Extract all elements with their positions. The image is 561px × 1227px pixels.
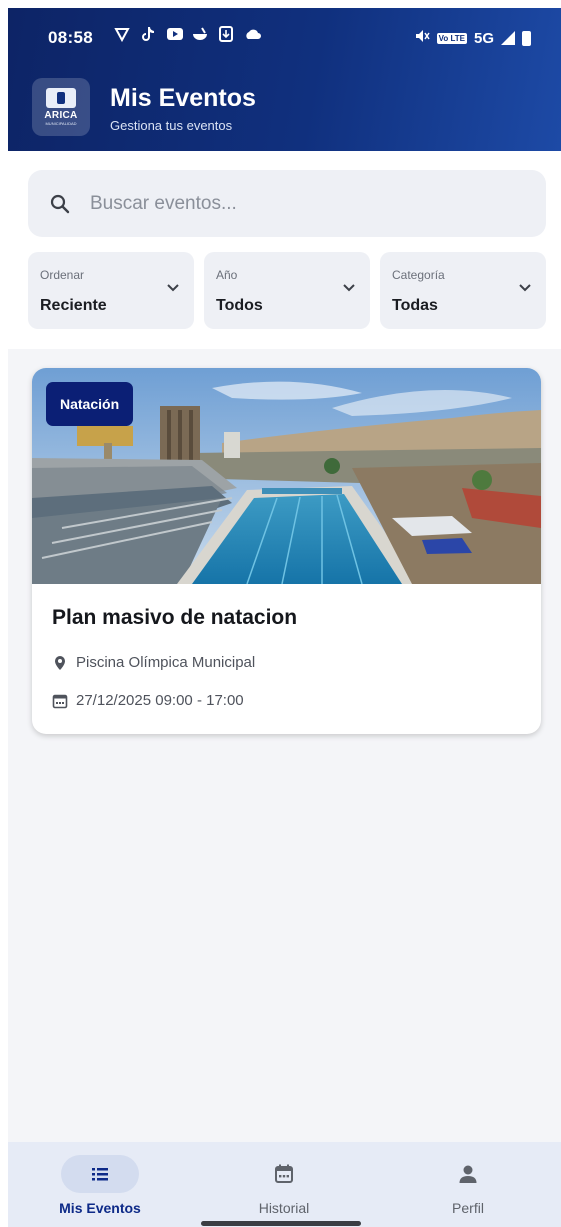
chevron-down-icon [343,284,355,292]
status-system-icons: Vo LTE 5G [414,28,531,48]
event-card[interactable]: Natación Plan masivo de natacion Piscina… [32,368,541,734]
calendar-icon [275,1164,293,1183]
location-pin-icon [55,655,65,670]
youtube-icon [166,26,183,42]
list-icon [92,1168,108,1181]
status-time: 08:58 [48,28,93,47]
event-location-text: Piscina Olímpica Municipal [76,654,256,671]
nav-label: Historial [258,1200,310,1216]
mute-icon [414,28,430,48]
lte-icon: Vo LTE [436,32,467,44]
event-datetime-text: 27/12/2025 09:00 - 17:00 [76,692,244,709]
vpn-icon [114,26,130,43]
nav-item-mis-eventos[interactable]: Mis Eventos [8,1142,192,1227]
cloud-icon [244,26,261,42]
page-subtitle: Gestiona tus eventos [110,118,233,133]
filter-label: Ordenar [40,268,85,282]
status-notification-icons [114,26,261,43]
filter-value: Reciente [40,297,107,314]
tiktok-icon [140,26,156,42]
network-label: 5G [473,29,494,47]
food-icon [192,26,208,42]
calendar-icon [52,694,68,708]
nav-label: Mis Eventos [59,1200,141,1216]
nav-item-perfil[interactable]: Perfil [376,1142,560,1227]
bottom-navigation: Mis Eventos Historial Perfil [8,1142,561,1227]
search-icon [50,194,70,214]
logo-subtext: MUNICIPALIDAD [45,121,77,126]
nav-label: Perfil [452,1200,484,1216]
page-title: Mis Eventos [110,84,256,112]
crest-icon [46,88,76,108]
app-header: 08:58 Vo LTE 5G ARICA MUNICIPALIDAD Mis … [8,8,561,151]
filter-label: Categoría [392,268,445,282]
download-icon [218,26,234,42]
logo-text: ARICA [44,110,78,121]
person-icon [459,1165,477,1183]
chevron-down-icon [167,284,179,292]
filter-value: Todos [216,297,263,314]
search-bar[interactable] [28,170,546,237]
event-datetime: 27/12/2025 09:00 - 17:00 [52,692,244,709]
category-badge: Natación [46,382,134,426]
search-input[interactable] [90,184,520,224]
battery-icon [522,30,531,46]
home-indicator[interactable] [201,1221,361,1226]
status-bar: 08:58 Vo LTE 5G [8,8,561,66]
event-location: Piscina Olímpica Municipal [52,654,255,671]
filter-label: Año [216,268,238,282]
sort-filter-dropdown[interactable]: Ordenar Reciente [28,252,194,329]
category-filter-dropdown[interactable]: Categoría Todas [380,252,546,329]
chevron-down-icon [519,284,531,292]
event-title: Plan masivo de natacion [52,606,298,629]
municipality-logo: ARICA MUNICIPALIDAD [32,78,90,136]
filter-value: Todas [392,297,438,314]
nav-item-historial[interactable]: Historial [192,1142,376,1227]
year-filter-dropdown[interactable]: Año Todos [204,252,370,329]
signal-icon [501,31,515,45]
